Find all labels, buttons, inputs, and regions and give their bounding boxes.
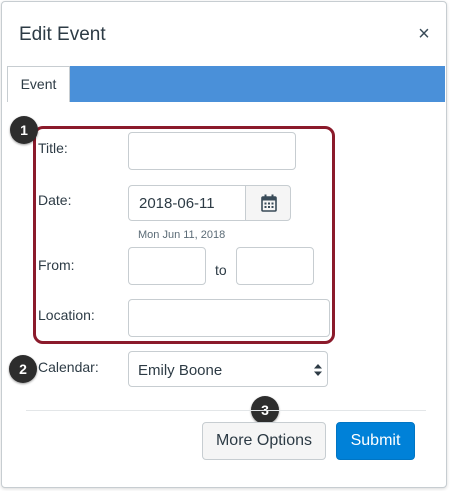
calendar-select-value: Emily Boone xyxy=(138,362,223,379)
dialog-title: Edit Event xyxy=(19,24,106,45)
dialog-header: Edit Event × xyxy=(2,2,446,64)
title-label: Title: xyxy=(38,140,68,156)
to-time-input[interactable] xyxy=(236,247,314,285)
to-label: to xyxy=(215,262,227,278)
date-label: Date: xyxy=(38,192,72,208)
footer-divider xyxy=(26,410,426,411)
calendar-picker-button[interactable] xyxy=(245,185,291,221)
callout-badge-2: 2 xyxy=(9,355,37,383)
calendar-icon xyxy=(261,194,277,212)
submit-button[interactable]: Submit xyxy=(336,422,415,460)
location-label: Location: xyxy=(38,307,95,323)
calendar-label: Calendar: xyxy=(38,359,99,375)
more-options-button[interactable]: More Options xyxy=(202,422,326,460)
select-arrows-icon xyxy=(314,364,322,376)
date-helper-text: Mon Jun 11, 2018 xyxy=(138,229,226,241)
tab-bar: Event xyxy=(7,66,445,102)
tab-event[interactable]: Event xyxy=(7,66,70,102)
title-input[interactable] xyxy=(128,132,296,170)
date-input[interactable] xyxy=(128,185,246,221)
callout-badge-1: 1 xyxy=(10,116,38,144)
from-time-input[interactable] xyxy=(128,247,206,285)
close-icon[interactable]: × xyxy=(414,24,434,44)
location-input[interactable] xyxy=(128,299,330,337)
from-label: From: xyxy=(38,257,75,273)
calendar-select[interactable]: Emily Boone xyxy=(128,351,328,387)
